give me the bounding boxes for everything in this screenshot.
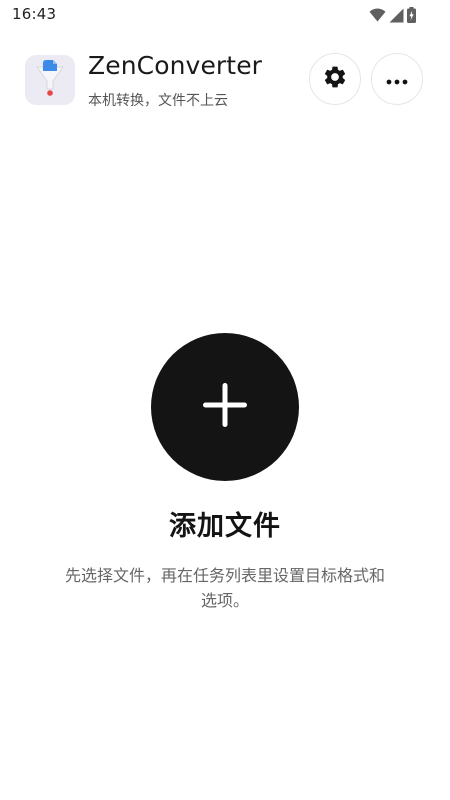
app-subtitle: 本机转换，文件不上云 [88, 93, 228, 109]
settings-button[interactable] [309, 53, 361, 105]
empty-state-description: 先选择文件，再在任务列表里设置目标格式和选项。 [64, 566, 385, 610]
status-time: 16:43 [12, 5, 57, 23]
more-options-button[interactable] [371, 53, 423, 105]
plus-icon [203, 383, 247, 431]
wifi-icon [369, 8, 386, 22]
funnel-logo-icon [33, 59, 67, 101]
gear-icon [322, 64, 348, 94]
add-file-button[interactable] [151, 333, 299, 481]
cellular-signal-icon [389, 8, 404, 23]
status-bar: 16:43 [0, 0, 450, 30]
more-horizontal-icon [386, 70, 408, 89]
status-icons [369, 7, 416, 23]
battery-charging-icon [407, 7, 416, 23]
empty-state-title: 添加文件 [169, 511, 281, 542]
app-logo [25, 55, 75, 105]
app-title: ZenConverter [88, 51, 263, 80]
